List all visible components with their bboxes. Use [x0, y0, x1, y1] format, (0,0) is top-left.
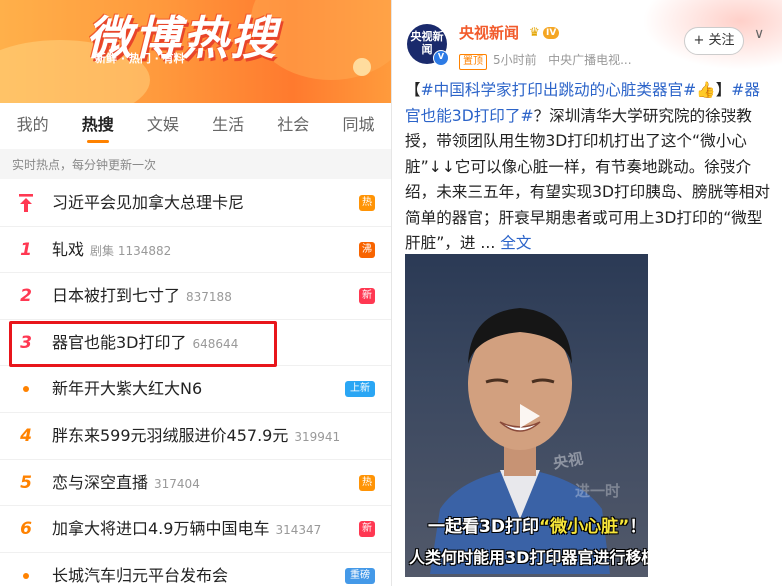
pinned-label: 置顶 — [459, 54, 487, 70]
update-hint: 实时热点，每分钟更新一次 — [0, 149, 391, 179]
post-meta: 置顶 5小时前 中央广播电视... — [459, 51, 632, 70]
rank-number: 5 — [20, 472, 32, 493]
follow-button[interactable]: + 关注 — [684, 27, 744, 55]
item-heat: 314347 — [275, 523, 322, 538]
banner-subtitle: 新鲜 · 热门 · 有料 — [95, 52, 185, 65]
post-text: 【#中国科学家打印出跳动的心脏类器官#👍】#器官也能3D打印了#？深圳清华大学研… — [405, 81, 770, 252]
badge-major: 重磅 — [345, 567, 375, 584]
full-text-link[interactable]: 全文 — [500, 234, 531, 252]
emoji-icon: 👍 — [696, 81, 716, 99]
badge-new: 新 — [359, 288, 375, 305]
video-caption-1: 一起看3D打印“微小心脏”！ — [428, 517, 647, 537]
author-avatar[interactable]: 央视新闻 V — [407, 24, 449, 66]
list-item[interactable]: 4 胖东来599元羽绒服进价457.9元 319941 — [0, 413, 391, 460]
list-item[interactable]: 6 加拿大将进口4.9万辆中国电车 314347 新 — [0, 506, 391, 553]
rank-number: 6 — [20, 519, 32, 540]
promo-dot — [16, 553, 36, 586]
list-item[interactable]: 习近平会见加拿大总理卡尼 热 — [0, 180, 391, 227]
badge-hot: 热 — [359, 195, 375, 211]
author-name[interactable]: 央视新闻 — [459, 22, 519, 43]
post-source: 中央广播电视... — [548, 53, 632, 67]
verified-icon: V — [433, 50, 449, 66]
item-title: 恋与深空直播 317404 — [52, 472, 200, 492]
badge-boil: 沸 — [359, 241, 375, 258]
badge-hot: 热 — [359, 474, 375, 491]
list-item[interactable]: 新年开大紫大红大N6 上新 — [0, 366, 391, 413]
item-heat: 837188 — [186, 290, 232, 305]
tab-life[interactable]: 生活 — [196, 103, 261, 149]
tab-entertainment[interactable]: 文娱 — [130, 103, 195, 149]
promo-dot — [16, 366, 36, 412]
item-title: 长城汽车归元平台发布会 — [52, 565, 229, 585]
rank-number: 2 — [20, 286, 32, 307]
tab-local[interactable]: 同城 — [326, 103, 391, 149]
badge-new: 新 — [359, 521, 375, 538]
topic-tag[interactable]: #中国科学家打印出跳动的心脏类器官# — [421, 81, 697, 99]
item-heat: 317404 — [154, 476, 200, 491]
video-caption-2: 人类何时能用3D打印器官进行移植? — [409, 548, 648, 567]
category-tabs: 我的 热搜 文娱 生活 社会 同城 — [0, 103, 391, 150]
highlight-box — [9, 321, 277, 367]
list-item[interactable]: 2 日本被打到七寸了 837188 新 — [0, 273, 391, 320]
crown-icon: ♛ — [529, 25, 540, 39]
item-heat: 剧集 1134882 — [90, 243, 172, 258]
level-badge: IV — [543, 27, 560, 39]
rank-number: 1 — [20, 239, 32, 260]
weibo-post-panel: 央视新闻 V 央视新闻 ♛ IV 置顶 5小时前 中央广播电视... + 关注 ∨… — [391, 0, 782, 586]
tab-society[interactable]: 社会 — [261, 103, 326, 149]
item-title: 轧戏 剧集 1134882 — [52, 239, 172, 259]
item-title: 日本被打到七寸了 837188 — [52, 286, 232, 306]
item-heat: 319941 — [294, 429, 341, 444]
video-player[interactable]: 央视 进一时 一起看3D打印“微小心脏”！ 人类何时能用3D打印器官进行移植? — [405, 254, 648, 577]
hot-search-list: 习近平会见加拿大总理卡尼 热 1 轧戏 剧集 1134882 沸 2 日本被打到七… — [0, 180, 391, 586]
pin-top-icon — [19, 194, 33, 212]
tab-hot-search[interactable]: 热搜 — [65, 103, 130, 149]
tab-mine[interactable]: 我的 — [0, 103, 65, 149]
list-item[interactable]: 5 恋与深空直播 317404 热 — [0, 460, 391, 507]
item-title: 胖东来599元羽绒服进价457.9元 319941 — [52, 425, 341, 445]
item-title: 加拿大将进口4.9万辆中国电车 314347 — [52, 519, 322, 539]
chevron-down-icon[interactable]: ∨ — [754, 26, 764, 42]
play-icon[interactable] — [513, 401, 543, 431]
badge-new-launch: 上新 — [345, 381, 375, 398]
video-watermark: 进一时 — [575, 482, 621, 500]
item-title: 新年开大紫大红大N6 — [52, 379, 203, 399]
item-title: 习近平会见加拿大总理卡尼 — [52, 193, 245, 212]
rank-number: 4 — [20, 425, 32, 446]
list-item[interactable]: 1 轧戏 剧集 1134882 沸 — [0, 227, 391, 274]
list-item[interactable]: 长城汽车归元平台发布会 重磅 — [0, 553, 391, 586]
hot-search-banner: 微博热搜 新鲜 · 热门 · 有料 — [0, 0, 391, 103]
post-time: 5小时前 — [493, 53, 537, 67]
hot-search-panel: 微博热搜 新鲜 · 热门 · 有料 我的 热搜 文娱 生活 社会 同城 实时热点… — [0, 0, 391, 586]
